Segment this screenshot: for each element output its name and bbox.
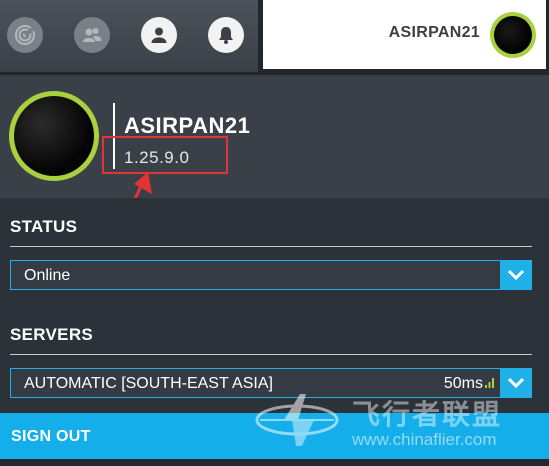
status-dropdown[interactable]: Online	[10, 260, 532, 290]
profile-tab[interactable]: ASIRPAN21	[260, 0, 549, 72]
user-icon[interactable]	[141, 17, 177, 53]
server-selected: AUTOMATIC [SOUTH-EAST ASIA]	[24, 375, 273, 392]
divider	[10, 246, 532, 247]
bottom-strip	[0, 459, 549, 466]
status-title: STATUS	[10, 217, 78, 236]
profile-avatar	[9, 91, 99, 181]
profile-header: ASIRPAN21 1.25.9.0	[0, 75, 549, 198]
chevron-down-icon[interactable]	[500, 260, 532, 290]
watermark-url: www.chinaflier.com	[352, 430, 497, 449]
avatar	[490, 12, 536, 58]
top-bar: ASIRPAN21	[0, 0, 549, 75]
watermark-logo-icon	[255, 394, 339, 446]
watermark-title: 飞行者联盟	[352, 399, 503, 430]
status-selected: Online	[24, 267, 71, 284]
divider	[10, 354, 532, 355]
radar-icon[interactable]	[7, 17, 43, 53]
signal-bars-icon	[485, 378, 494, 388]
server-ping: 50ms	[443, 375, 483, 392]
sign-out-label: SIGN OUT	[11, 428, 91, 445]
friends-icon[interactable]	[74, 17, 110, 53]
bell-icon[interactable]	[208, 17, 244, 53]
servers-title: SERVERS	[10, 325, 94, 344]
version-highlight-box	[102, 136, 228, 174]
settings-panel: STATUS Online SERVERS AUTOMATIC [SOUTH-E…	[0, 198, 549, 413]
chevron-down-icon[interactable]	[500, 368, 532, 398]
app-window: ASIRPAN21 ASIRPAN21 1.25.9.0 STATUS Onli…	[0, 0, 549, 466]
profile-tab-username: ASIRPAN21	[388, 24, 480, 41]
nav-icon-bar	[0, 0, 258, 72]
